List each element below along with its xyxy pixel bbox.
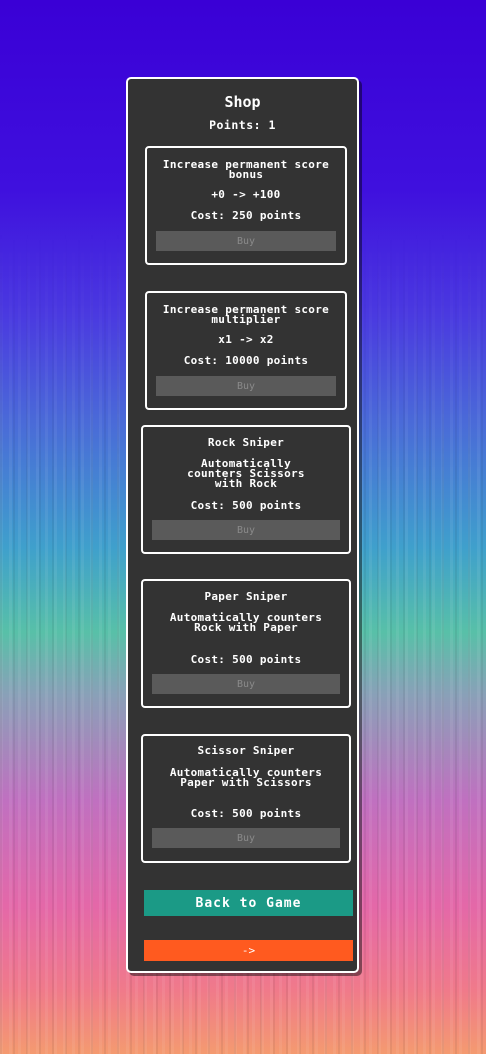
- item-cost: Cost: 500 points: [190, 499, 302, 512]
- buy-button[interactable]: Buy: [152, 828, 340, 848]
- next-arrow-button[interactable]: ->: [144, 940, 353, 961]
- back-to-game-button[interactable]: Back to Game: [144, 890, 353, 916]
- item-cost: Cost: 250 points: [190, 209, 302, 222]
- item-name: Paper Sniper: [204, 590, 288, 603]
- item-description: +0 -> +100: [211, 188, 281, 201]
- item-name: Increase permanent score multiplier: [162, 303, 330, 326]
- item-cost: Cost: 500 points: [190, 807, 302, 820]
- item-cost: Cost: 10000 points: [183, 354, 309, 367]
- item-description: Automatically counters Rock with Paper: [169, 611, 323, 634]
- item-name: Rock Sniper: [207, 436, 285, 449]
- buy-button[interactable]: Buy: [152, 520, 340, 540]
- buy-button[interactable]: Buy: [156, 376, 336, 396]
- points-value: 1: [268, 118, 276, 132]
- buy-button[interactable]: Buy: [152, 674, 340, 694]
- item-cost: Cost: 500 points: [190, 653, 302, 666]
- item-name: Increase permanent score bonus: [162, 158, 330, 181]
- shop-item-score-multiplier: Increase permanent score multiplier x1 -…: [145, 291, 347, 410]
- item-name: Scissor Sniper: [197, 744, 295, 757]
- shop-title: Shop: [224, 93, 261, 111]
- points-display: Points: 1: [128, 118, 357, 132]
- shop-item-paper-sniper: Paper Sniper Automatically counters Rock…: [141, 579, 351, 708]
- points-label: Points:: [209, 118, 262, 132]
- buy-button[interactable]: Buy: [156, 231, 336, 251]
- item-description: Automatically counters Scissors with Roc…: [187, 457, 305, 490]
- shop-item-scissor-sniper: Scissor Sniper Automatically counters Pa…: [141, 734, 351, 863]
- shop-item-score-bonus: Increase permanent score bonus +0 -> +10…: [145, 146, 347, 265]
- item-description: x1 -> x2: [218, 333, 274, 346]
- item-description: Automatically counters Paper with Scisso…: [169, 766, 323, 789]
- shop-item-rock-sniper: Rock Sniper Automatically counters Sciss…: [141, 425, 351, 554]
- shop-panel: Shop Points: 1 Increase permanent score …: [126, 77, 359, 973]
